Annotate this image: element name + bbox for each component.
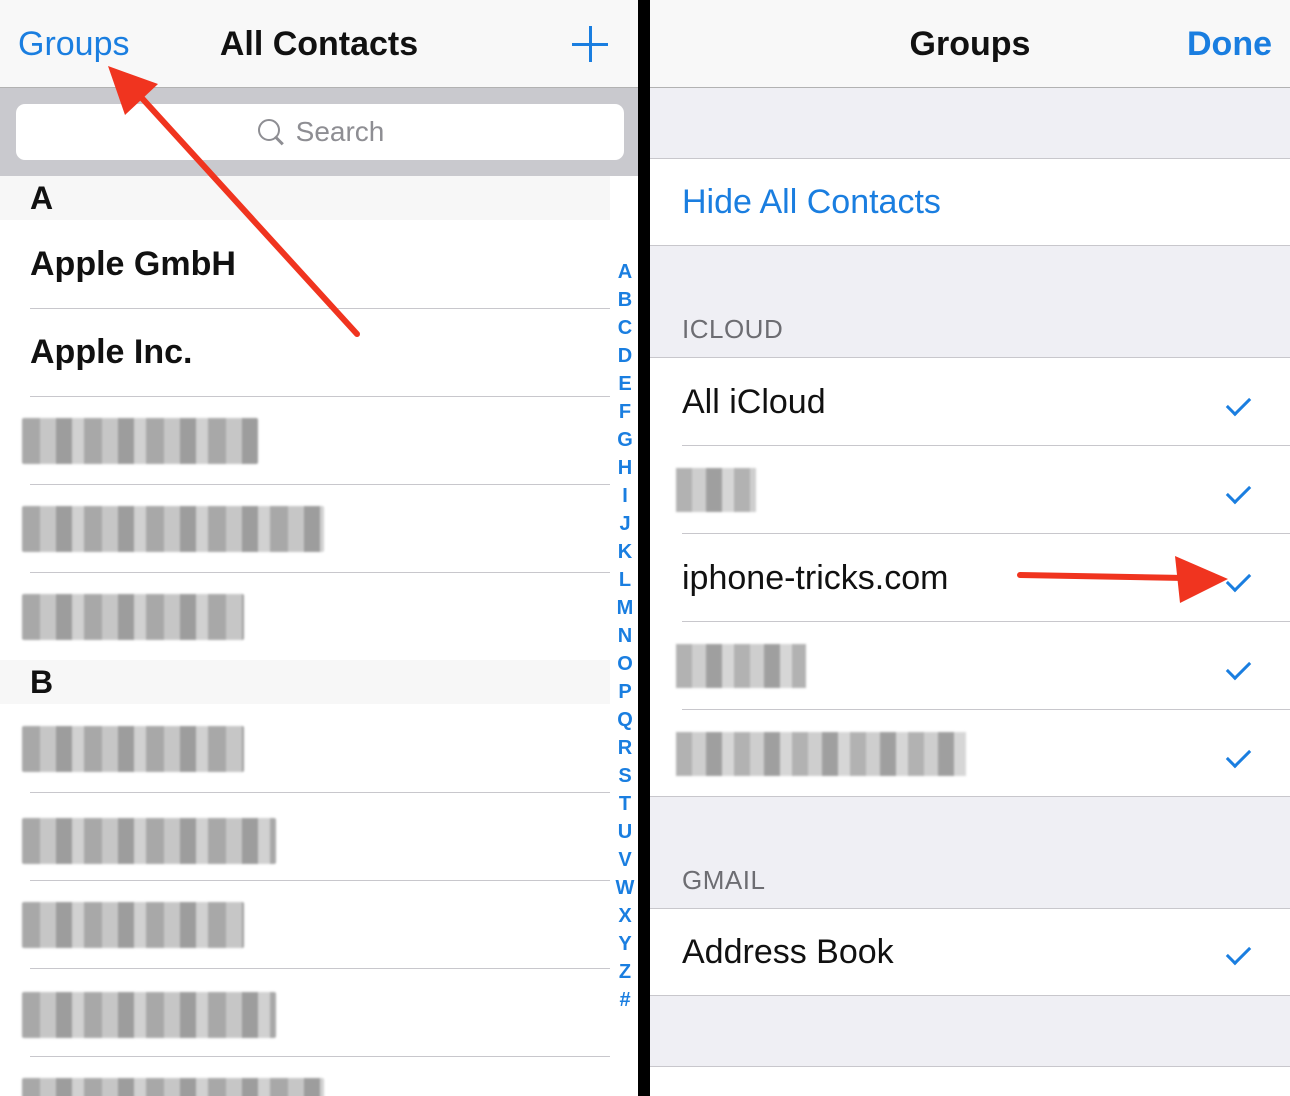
section-header-a: A [0, 176, 610, 220]
section-header-gmail: GMAIL [682, 865, 766, 895]
contact-row-redacted[interactable] [0, 792, 610, 880]
index-letter[interactable]: V [612, 846, 638, 874]
hide-all-contacts-label: Hide All Contacts [682, 183, 941, 221]
index-letter[interactable]: X [612, 902, 638, 930]
plus-icon[interactable] [572, 26, 608, 62]
group-row-partial[interactable] [650, 1067, 1290, 1096]
contact-row-redacted[interactable] [0, 968, 610, 1056]
contact-row-redacted[interactable] [0, 396, 610, 484]
index-letter[interactable]: Z [612, 958, 638, 986]
index-letter[interactable]: E [612, 370, 638, 398]
group-border [650, 245, 1290, 246]
group-label: All iCloud [682, 383, 826, 421]
redacted-group-name [676, 644, 806, 688]
redacted-name [22, 902, 244, 948]
index-letter[interactable]: B [612, 286, 638, 314]
section-header-icloud: ICLOUD [682, 314, 784, 344]
contacts-nav-bar: Groups All Contacts [0, 0, 638, 88]
index-letter[interactable]: N [612, 622, 638, 650]
group-label: Address Book [682, 933, 894, 971]
redacted-group-name [676, 468, 756, 512]
contact-row-redacted[interactable] [0, 704, 610, 792]
contact-name: Apple GmbH [30, 245, 236, 283]
search-placeholder: Search [295, 116, 385, 147]
index-letter[interactable]: R [612, 734, 638, 762]
index-letter[interactable]: U [612, 818, 638, 846]
group-border [650, 796, 1290, 797]
checkmark-icon [1228, 476, 1258, 504]
done-button[interactable]: Done [1187, 0, 1272, 88]
group-row-redacted[interactable] [650, 622, 1290, 710]
redacted-name [22, 992, 276, 1038]
index-letter[interactable]: O [612, 650, 638, 678]
index-letter[interactable]: S [612, 762, 638, 790]
all-contacts-panel: Groups All Contacts Search A Apple GmbH … [0, 0, 638, 1096]
index-letter[interactable]: W [612, 874, 638, 902]
contact-row-redacted[interactable] [0, 880, 610, 968]
section-header-b: B [0, 660, 610, 704]
checkmark-icon [1228, 937, 1258, 965]
contact-row-redacted[interactable] [0, 1056, 610, 1096]
contact-row[interactable]: Apple Inc. [0, 308, 610, 396]
index-letter[interactable]: H [612, 454, 638, 482]
index-letter[interactable]: T [612, 790, 638, 818]
checkmark-icon [1228, 388, 1258, 416]
index-letter[interactable]: K [612, 538, 638, 566]
redacted-name [22, 418, 258, 464]
index-letter[interactable]: J [612, 510, 638, 538]
checkmark-icon [1228, 564, 1258, 592]
index-letter[interactable]: D [612, 342, 638, 370]
group-border [650, 995, 1290, 996]
redacted-name [22, 594, 244, 640]
redacted-name [22, 506, 324, 552]
checkmark-icon [1228, 740, 1258, 768]
index-letter[interactable]: G [612, 426, 638, 454]
contact-row-redacted[interactable] [0, 484, 610, 572]
group-row-all-icloud[interactable]: All iCloud [650, 358, 1290, 446]
redacted-name [22, 1078, 324, 1096]
groups-panel: Groups Done Hide All Contacts ICLOUD All… [650, 0, 1290, 1096]
search-input[interactable]: Search [16, 104, 624, 160]
section-index[interactable]: A B C D E F G H I J K L M N O P Q R S T U V W X Y Z # [612, 258, 638, 1014]
group-row-redacted[interactable] [650, 710, 1290, 796]
index-letter[interactable]: # [612, 986, 638, 1014]
group-row-iphone-tricks[interactable]: iphone-tricks.com [650, 534, 1290, 622]
group-label: iphone-tricks.com [682, 559, 949, 597]
search-icon [256, 117, 286, 147]
redacted-group-name [676, 732, 966, 776]
index-letter[interactable]: M [612, 594, 638, 622]
contact-row-redacted[interactable] [0, 572, 610, 660]
index-letter[interactable]: I [612, 482, 638, 510]
index-letter[interactable]: C [612, 314, 638, 342]
checkmark-icon [1228, 652, 1258, 680]
index-letter[interactable]: F [612, 398, 638, 426]
search-area: Search [0, 88, 638, 176]
redacted-name [22, 818, 276, 864]
redacted-name [22, 726, 244, 772]
hide-all-contacts-button[interactable]: Hide All Contacts [650, 159, 1290, 245]
index-letter[interactable]: Y [612, 930, 638, 958]
contact-row[interactable]: Apple GmbH [0, 220, 610, 308]
index-letter[interactable]: Q [612, 706, 638, 734]
groups-nav-bar: Groups Done [650, 0, 1290, 88]
group-row-address-book[interactable]: Address Book [650, 909, 1290, 995]
index-letter[interactable]: P [612, 678, 638, 706]
index-letter[interactable]: L [612, 566, 638, 594]
page-title: All Contacts [219, 25, 419, 63]
group-row-redacted[interactable] [650, 446, 1290, 534]
index-letter[interactable]: A [612, 258, 638, 286]
contact-name: Apple Inc. [30, 333, 193, 371]
